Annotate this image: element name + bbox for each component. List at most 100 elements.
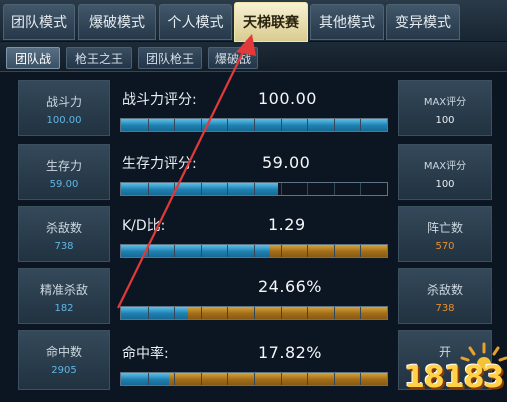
progress-segment-divider bbox=[360, 307, 362, 319]
stat-label: 生存力评分: bbox=[122, 156, 197, 172]
box-value: 100.00 bbox=[46, 115, 82, 126]
progress-segment-divider bbox=[200, 307, 202, 319]
tab-ladder-league[interactable]: 天梯联赛 bbox=[234, 2, 308, 42]
progress-segment-divider bbox=[254, 119, 255, 131]
left-stat-hits: 命中数 2905 bbox=[18, 330, 110, 390]
progress-segment-divider bbox=[200, 373, 202, 385]
subtab-label: 团队枪王 bbox=[145, 52, 194, 66]
progress-segment-divider bbox=[280, 183, 282, 195]
tab-solo-mode[interactable]: 个人模式 bbox=[159, 4, 232, 40]
progress-bar bbox=[120, 118, 388, 132]
progress-segment-divider bbox=[333, 119, 335, 131]
progress-segment-divider bbox=[227, 307, 229, 319]
stat-value: 59.00 bbox=[262, 153, 311, 172]
box-title: 阵亡数 bbox=[426, 221, 463, 235]
box-value: 570 bbox=[435, 241, 455, 252]
progress-fill-gold bbox=[187, 307, 387, 319]
tab-team-mode[interactable]: 团队模式 bbox=[3, 4, 75, 40]
progress-segment-divider bbox=[280, 245, 282, 257]
box-title: 精准杀敌 bbox=[39, 283, 88, 297]
box-value: 182 bbox=[54, 303, 74, 314]
progress-segment-divider bbox=[254, 183, 255, 195]
box-value: 100 bbox=[435, 179, 455, 190]
tab-label: 个人模式 bbox=[167, 15, 224, 31]
progress-fill-gold bbox=[269, 245, 387, 257]
subtab-team-gunner[interactable]: 团队枪王 bbox=[138, 47, 202, 69]
subtab-team-battle[interactable]: 团队战 bbox=[6, 47, 60, 69]
box-title: MAX评分 bbox=[423, 161, 467, 172]
progress-segment-divider bbox=[227, 245, 229, 257]
progress-segment-divider bbox=[200, 119, 202, 131]
subtab-label: 枪王之王 bbox=[74, 52, 123, 66]
progress-segment-divider bbox=[254, 307, 255, 319]
subtab-label: 爆破战 bbox=[214, 52, 251, 66]
subtab-demolition-battle[interactable]: 爆破战 bbox=[208, 47, 258, 69]
tab-label: 其他模式 bbox=[319, 15, 375, 31]
progress-segment-divider bbox=[307, 307, 309, 319]
progress-bar bbox=[120, 244, 388, 258]
box-title: 杀敌数 bbox=[426, 283, 463, 297]
progress-segment-divider bbox=[360, 373, 362, 385]
tab-demolition-mode[interactable]: 爆破模式 bbox=[78, 4, 156, 40]
right-stat-max-score-2: MAX评分 100 bbox=[398, 144, 492, 200]
progress-segment-divider bbox=[333, 373, 335, 385]
progress-segment-divider bbox=[174, 245, 176, 257]
progress-segment-divider bbox=[227, 373, 229, 385]
progress-bar bbox=[120, 306, 388, 320]
left-stat-precision-kills: 精准杀敌 182 bbox=[18, 268, 110, 324]
stat-value: 1.29 bbox=[268, 215, 306, 234]
progress-segment-divider bbox=[307, 119, 309, 131]
stat-value: 100.00 bbox=[258, 89, 317, 108]
tab-label: 团队模式 bbox=[11, 15, 67, 31]
progress-segment-divider bbox=[147, 307, 149, 319]
right-stat-max-score-1: MAX评分 100 bbox=[398, 80, 492, 136]
box-value: 100 bbox=[435, 115, 455, 126]
box-title: 命中数 bbox=[45, 345, 82, 359]
tab-mutation-mode[interactable]: 变异模式 bbox=[386, 4, 460, 40]
progress-segment-divider bbox=[307, 373, 309, 385]
progress-bar bbox=[120, 372, 388, 386]
stat-label: 命中率: bbox=[122, 346, 169, 362]
progress-fill-blue bbox=[121, 373, 169, 385]
stat-row-precision-rate: 24.66% bbox=[118, 268, 390, 324]
progress-segment-divider bbox=[227, 119, 229, 131]
left-stat-kills: 杀敌数 738 bbox=[18, 206, 110, 262]
progress-segment-divider bbox=[174, 307, 176, 319]
progress-segment-divider bbox=[280, 373, 282, 385]
progress-segment-divider bbox=[307, 245, 309, 257]
progress-segment-divider bbox=[174, 119, 176, 131]
tab-label: 爆破模式 bbox=[89, 15, 145, 31]
stat-row-combat-score: 战斗力评分: 100.00 bbox=[118, 80, 390, 136]
tab-other-mode[interactable]: 其他模式 bbox=[310, 4, 384, 40]
mode-tab-bar: 团队模式 爆破模式 个人模式 天梯联赛 其他模式 变异模式 bbox=[0, 0, 507, 42]
subtab-label: 团队战 bbox=[14, 52, 51, 66]
subtab-king-of-gunners[interactable]: 枪王之王 bbox=[66, 47, 132, 69]
progress-bar bbox=[120, 182, 388, 196]
progress-segment-divider bbox=[200, 183, 202, 195]
tab-label: 变异模式 bbox=[395, 15, 451, 31]
watermark-text: 18183 bbox=[404, 360, 504, 395]
box-title: MAX评分 bbox=[423, 97, 467, 108]
progress-segment-divider bbox=[280, 307, 282, 319]
progress-segment-divider bbox=[174, 183, 176, 195]
box-title: 生存力 bbox=[45, 159, 82, 173]
stat-label: K/D比: bbox=[122, 218, 166, 234]
box-value: 738 bbox=[435, 303, 455, 314]
tab-label: 天梯联赛 bbox=[243, 15, 299, 31]
progress-segment-divider bbox=[254, 373, 255, 385]
progress-fill-blue bbox=[121, 245, 270, 257]
stat-row-survival-score: 生存力评分: 59.00 bbox=[118, 144, 390, 200]
stat-row-hit-rate: 命中率: 17.82% bbox=[118, 334, 390, 390]
stat-value: 17.82% bbox=[258, 343, 323, 362]
progress-segment-divider bbox=[147, 183, 149, 195]
progress-segment-divider bbox=[333, 183, 335, 195]
stat-label: 战斗力评分: bbox=[122, 92, 197, 108]
stat-row-kd-ratio: K/D比: 1.29 bbox=[118, 206, 390, 262]
progress-segment-divider bbox=[227, 183, 229, 195]
right-stat-deaths: 阵亡数 570 bbox=[398, 206, 492, 262]
progress-segment-divider bbox=[174, 373, 176, 385]
sub-tab-bar: 团队战 枪王之王 团队枪王 爆破战 bbox=[0, 42, 507, 72]
box-value: 59.00 bbox=[49, 179, 79, 190]
stat-value: 24.66% bbox=[258, 277, 323, 296]
left-stat-survival: 生存力 59.00 bbox=[18, 144, 110, 200]
